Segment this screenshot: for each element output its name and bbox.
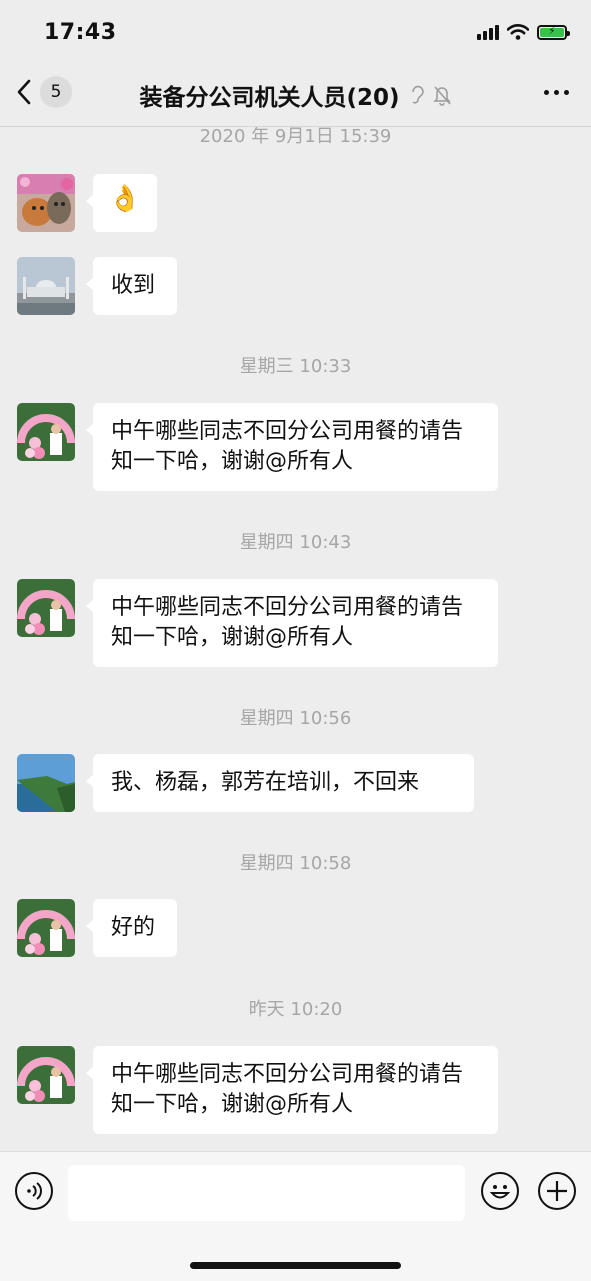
plus-icon: [547, 1181, 567, 1201]
mute-bell-icon: [432, 86, 451, 106]
timestamp: 2020 年 9月1日 15:39: [199, 127, 392, 147]
wifi-icon: [507, 24, 529, 40]
coast-photo-avatar[interactable]: [17, 754, 75, 812]
message-list[interactable]: 2020 年 9月1日 15:39 👌 收到 星期三 10:33 中午哪些同志不…: [0, 127, 591, 1151]
balloon-arch-avatar[interactable]: [17, 579, 75, 637]
battery-icon: ⚡: [537, 24, 570, 40]
cat-photo-avatar[interactable]: [17, 174, 75, 232]
lightning-icon: ⚡: [540, 27, 564, 37]
timestamp: 昨天 10:20: [248, 999, 343, 1020]
ear-icon: [411, 85, 424, 104]
balloon-arch-avatar[interactable]: [17, 403, 75, 461]
balloon-arch-avatar[interactable]: [17, 899, 75, 957]
cellular-signal-icon: [477, 24, 499, 40]
home-indicator[interactable]: [190, 1262, 401, 1269]
more-actions-button[interactable]: [538, 1172, 576, 1210]
emoji-button[interactable]: [481, 1172, 519, 1210]
message-bubble[interactable]: 好的: [86, 899, 177, 957]
timestamp: 星期四 10:58: [239, 853, 352, 874]
chat-title: 装备分公司机关人员(20): [139, 85, 400, 111]
status-bar: 17:43 ⚡: [0, 0, 591, 62]
voice-icon: [27, 1182, 42, 1200]
timestamp: 星期四 10:43: [239, 532, 352, 553]
more-options-button[interactable]: [544, 90, 569, 95]
message-input[interactable]: [68, 1165, 465, 1221]
timestamp: 星期四 10:56: [239, 708, 352, 729]
timestamp: 星期三 10:33: [239, 356, 352, 377]
message-bubble[interactable]: 中午哪些同志不回分公司用餐的请告知一下哈，谢谢@所有人: [86, 579, 498, 667]
message-bubble[interactable]: 中午哪些同志不回分公司用餐的请告知一下哈，谢谢@所有人: [86, 403, 498, 491]
nav-bar: 5 装备分公司机关人员(20): [0, 62, 591, 126]
message-bubble[interactable]: 收到: [86, 257, 177, 315]
balloon-arch-avatar[interactable]: [17, 1046, 75, 1104]
mosque-photo-avatar[interactable]: [17, 257, 75, 315]
status-icons: ⚡: [477, 24, 570, 40]
status-time: 17:43: [44, 20, 117, 45]
message-bubble[interactable]: 中午哪些同志不回分公司用餐的请告知一下哈，谢谢@所有人: [86, 1046, 498, 1134]
message-bubble[interactable]: 我、杨磊，郭芳在培训，不回来: [86, 754, 474, 812]
message-bubble[interactable]: 👌: [86, 174, 157, 232]
smiley-icon: [489, 1185, 511, 1199]
voice-input-button[interactable]: [15, 1172, 53, 1210]
input-bar: [0, 1151, 591, 1281]
